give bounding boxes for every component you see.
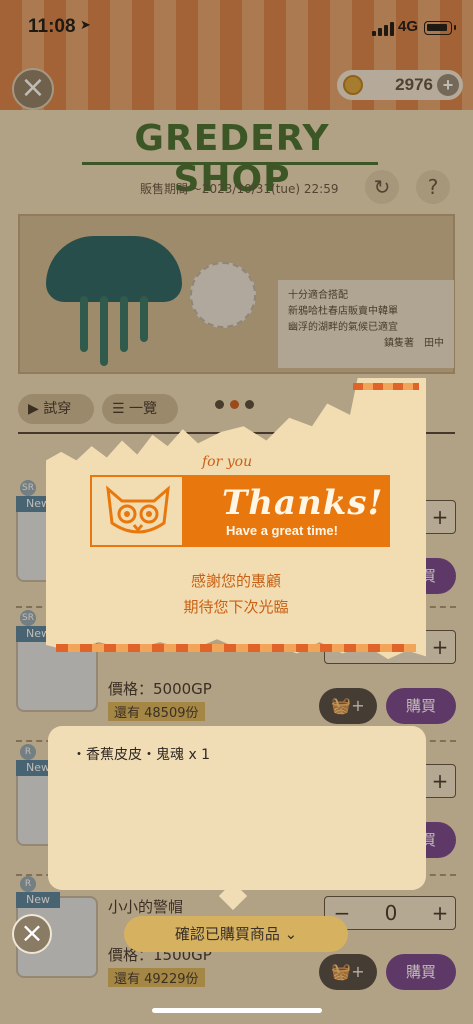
for-you-text: for you xyxy=(202,454,253,470)
thanks-banner: Thanks! Have a great time! xyxy=(90,475,390,547)
thanks-message-line2: 期待您下次光臨 xyxy=(183,598,289,616)
thanks-dialog: for you Thanks! Have a great time! 感謝您的惠… xyxy=(46,378,426,662)
chevron-down-icon: ⌄ xyxy=(284,925,298,943)
owl-icon xyxy=(92,477,184,545)
confirm-purchased-button[interactable]: 確認已購買商品 ⌄ xyxy=(124,916,348,952)
purchased-items-popup: ・香蕉皮皮・鬼魂 x 1 xyxy=(48,726,426,911)
bottom-stripe xyxy=(56,644,416,652)
home-indicator[interactable] xyxy=(152,1008,322,1013)
thanks-message-line1: 感謝您的惠顧 xyxy=(190,572,281,590)
close-popup-button[interactable]: × xyxy=(12,914,52,954)
purchased-item: ・香蕉皮皮・鬼魂 x 1 xyxy=(72,747,211,763)
thanks-title: Thanks! xyxy=(222,483,384,523)
thanks-subtitle: Have a great time! xyxy=(226,523,338,538)
top-stripe xyxy=(353,383,419,390)
